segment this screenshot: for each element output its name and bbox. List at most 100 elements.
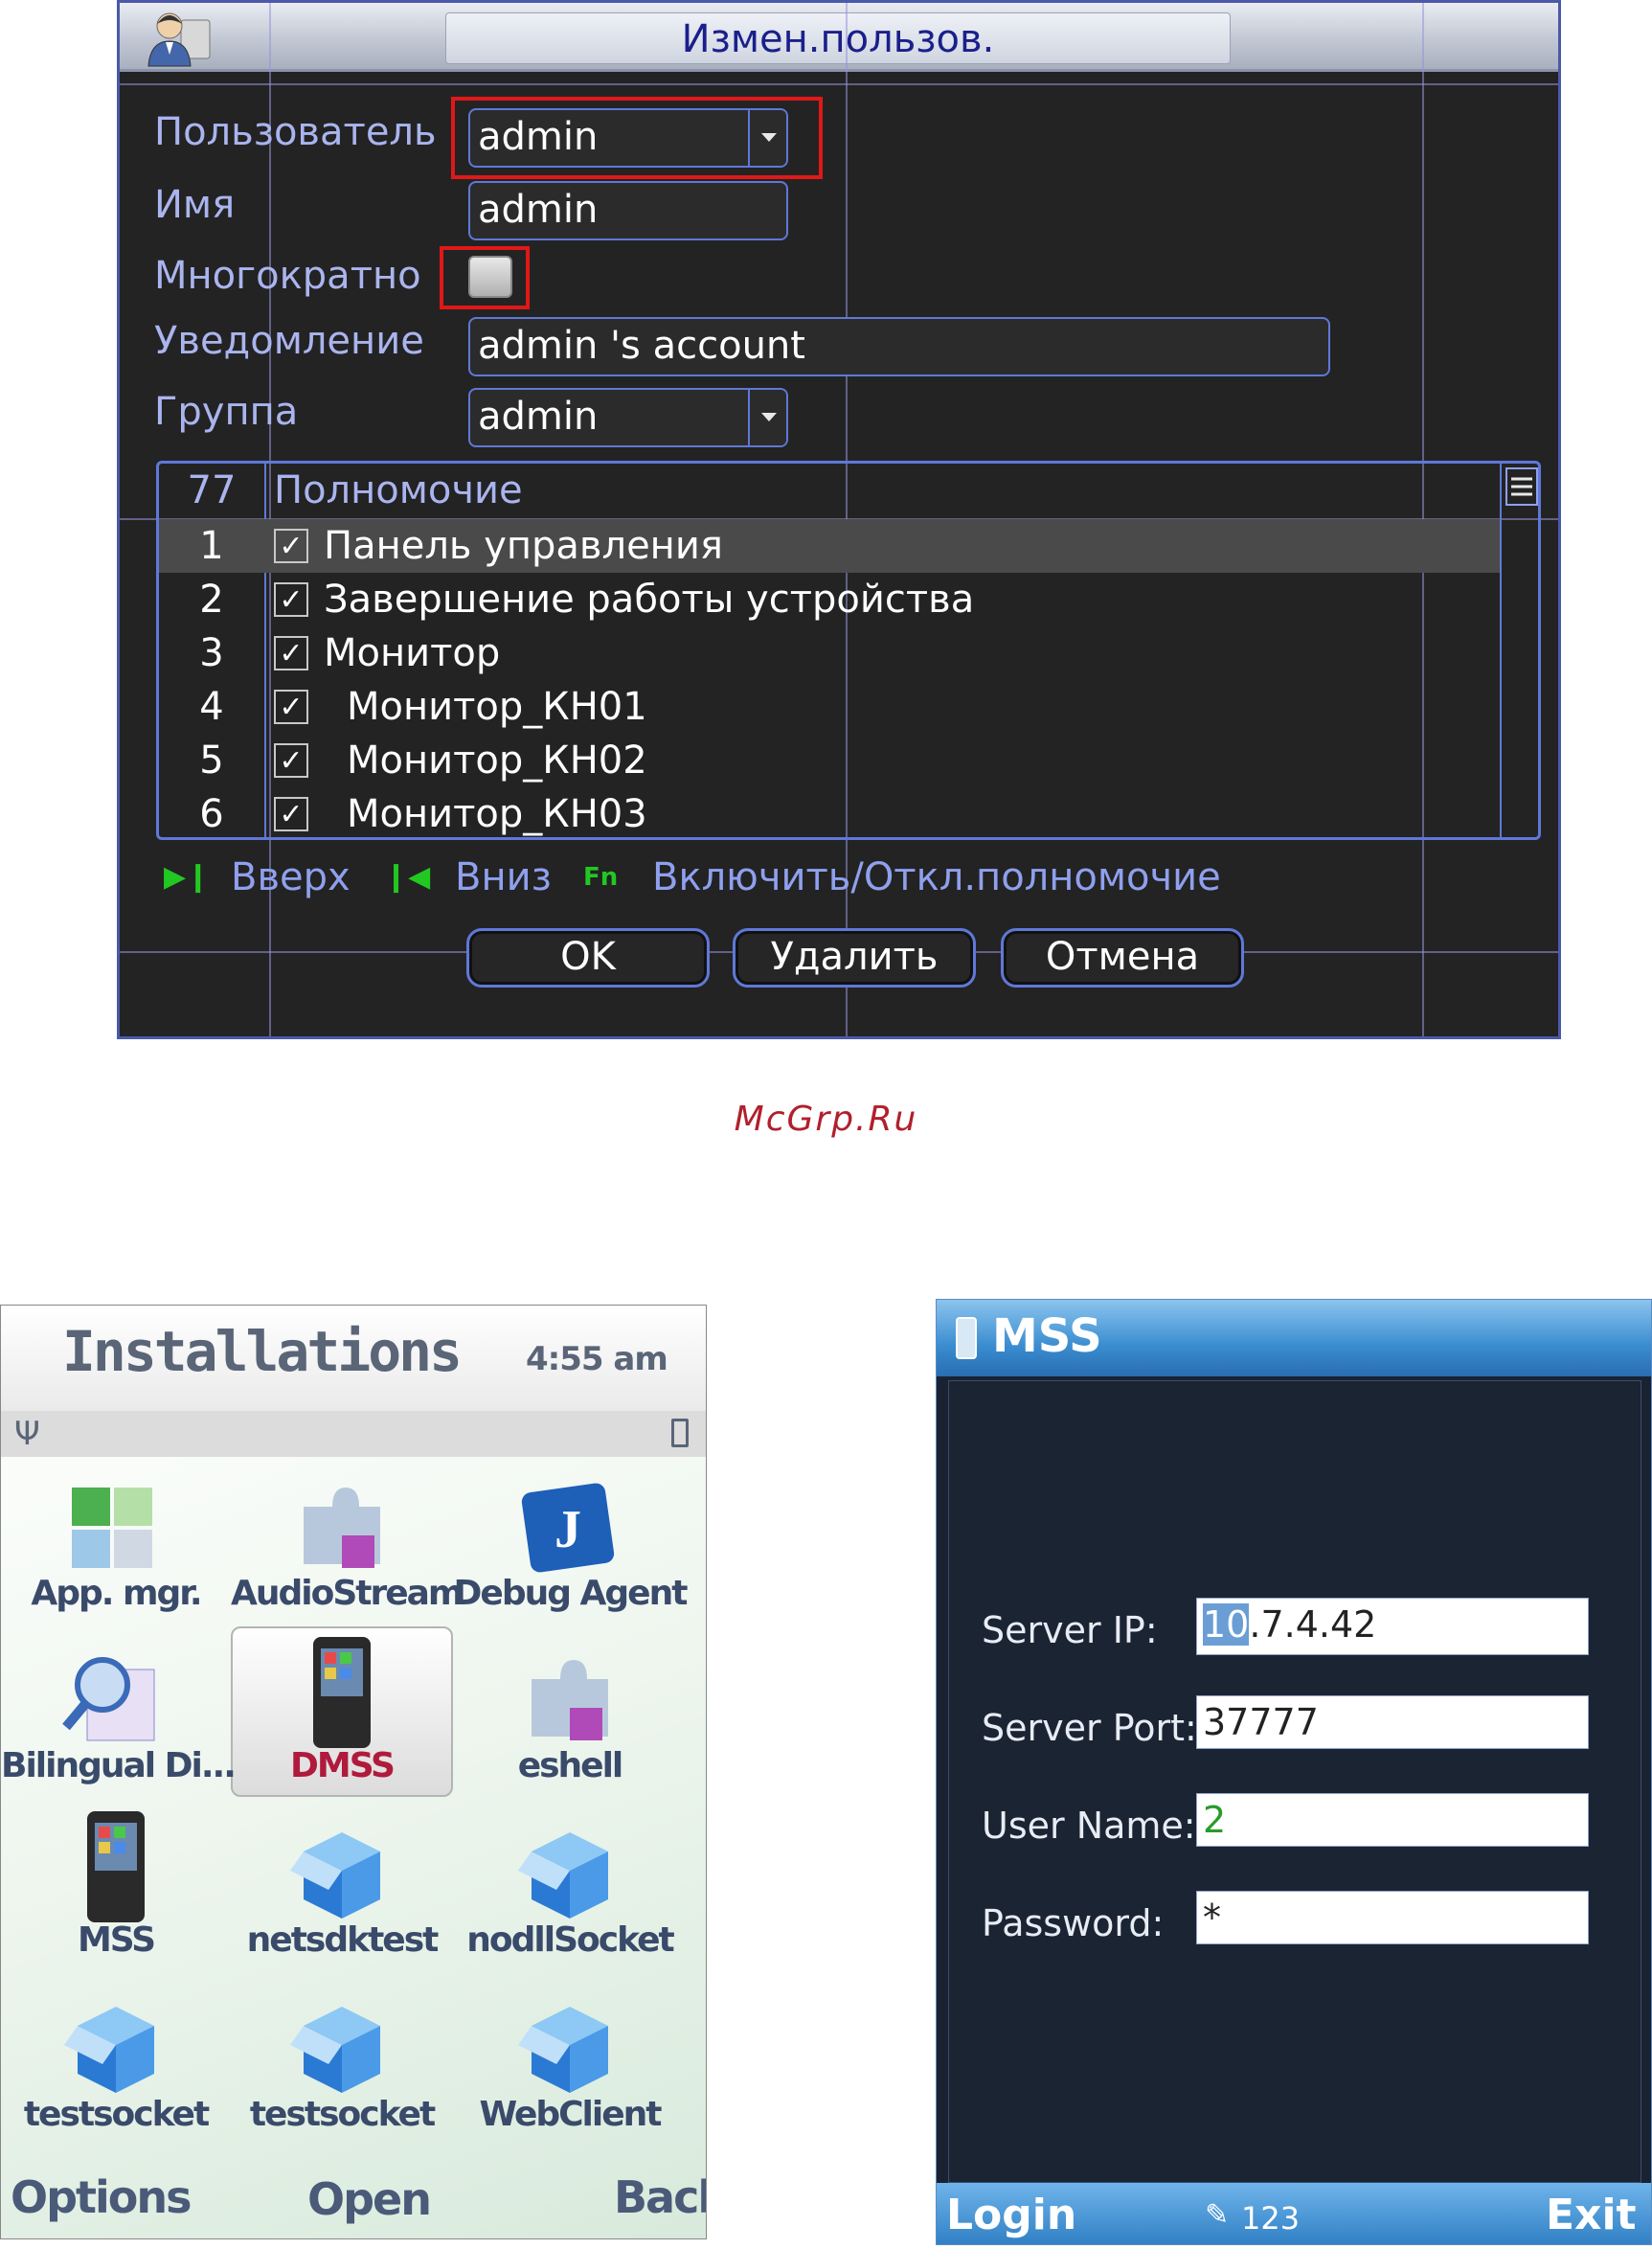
back-softkey[interactable]: Back xyxy=(614,2171,706,2223)
pen-icon: ✎ xyxy=(1205,2198,1230,2232)
app-label: netsdktest xyxy=(246,1920,440,1960)
puzzle-icon xyxy=(284,1468,399,1583)
app-label: Bilingual Di... xyxy=(1,1746,237,1785)
name-label: Имя xyxy=(154,183,236,227)
server-ip-value: .7.4.42 xyxy=(1249,1603,1377,1646)
user-name-field[interactable]: 2 xyxy=(1196,1793,1589,1847)
server-ip-label: Server IP: xyxy=(982,1609,1158,1651)
app-label: MSS xyxy=(77,1920,156,1960)
signal-icon: Ψ xyxy=(14,1415,40,1453)
permission-count: 77 xyxy=(187,468,237,512)
row-checkbox[interactable]: ✓ xyxy=(274,743,308,778)
row-number: 4 xyxy=(199,685,224,729)
hint-up: Вверх xyxy=(231,855,351,899)
screen-title: MSS xyxy=(992,1309,1102,1363)
highlight-box xyxy=(451,97,823,179)
row-label: Панель управления xyxy=(324,524,723,568)
row-number: 3 xyxy=(199,631,224,675)
exit-softkey[interactable]: Exit xyxy=(1546,2191,1637,2239)
scrollbar-track[interactable] xyxy=(1500,464,1502,837)
ok-button[interactable]: OK xyxy=(466,928,710,988)
name-field[interactable]: admin xyxy=(468,181,788,240)
user-label: Пользователь xyxy=(154,110,437,154)
open-softkey[interactable]: Open xyxy=(307,2173,432,2225)
app-label: nodllSocket xyxy=(466,1920,674,1960)
app-label: Debug Agent xyxy=(453,1574,689,1613)
server-ip-selection: 10 xyxy=(1203,1603,1250,1646)
phone-app-icon xyxy=(58,1809,173,1924)
notice-label: Уведомление xyxy=(154,319,424,363)
edit-user-dialog: Измен.пользов. Пользователь admin Имя ad… xyxy=(117,0,1561,1039)
app-label: DMSS xyxy=(290,1746,396,1785)
hint-down: Вниз xyxy=(455,855,552,899)
installations-screen: Installations 4:55 am Ψ App. mgr. AudioS… xyxy=(0,1305,707,2239)
box-icon xyxy=(512,1813,627,1928)
row-checkbox[interactable]: ✓ xyxy=(274,582,308,617)
password-label: Password: xyxy=(982,1902,1165,1944)
password-field[interactable]: * xyxy=(1196,1891,1589,1944)
row-checkbox[interactable]: ✓ xyxy=(274,690,308,724)
cubes-icon xyxy=(58,1468,173,1583)
row-label: Монитор_КН03 xyxy=(347,792,647,836)
app-label: testsocket xyxy=(249,2095,436,2134)
dialog-title: Измен.пользов. xyxy=(445,12,1231,64)
options-softkey[interactable]: Options xyxy=(11,2171,192,2223)
app-label: WebClient xyxy=(479,2095,663,2134)
box-icon xyxy=(512,1988,627,2102)
permission-header[interactable]: Полномочие xyxy=(274,464,523,517)
row-number: 6 xyxy=(199,792,224,836)
row-checkbox[interactable]: ✓ xyxy=(274,797,308,831)
server-ip-field[interactable]: 10.7.4.42 xyxy=(1196,1598,1589,1655)
delete-button[interactable]: Удалить xyxy=(733,928,976,988)
puzzle-icon xyxy=(512,1641,627,1756)
phone-app-icon xyxy=(284,1635,399,1750)
server-port-label: Server Port: xyxy=(982,1707,1197,1749)
group-select-value: admin xyxy=(478,395,599,439)
row-label: Монитор_КН02 xyxy=(347,738,647,783)
group-label: Группа xyxy=(154,390,299,434)
row-number: 2 xyxy=(199,578,224,622)
row-number: 5 xyxy=(199,738,224,783)
mss-login-screen: MSS Server IP: 10.7.4.42 Server Port: 37… xyxy=(936,1299,1652,2245)
user-icon xyxy=(143,7,217,68)
row-checkbox[interactable]: ✓ xyxy=(274,636,308,670)
status-bar xyxy=(1,1411,706,1457)
server-port-field[interactable]: 37777 xyxy=(1196,1695,1589,1749)
grid-line xyxy=(120,83,1558,85)
screen-title: Installations xyxy=(62,1319,463,1384)
battery-icon xyxy=(671,1419,689,1447)
watermark: McGrp.Ru xyxy=(734,1100,918,1139)
cancel-button[interactable]: Отмена xyxy=(1001,928,1244,988)
box-icon xyxy=(284,1988,399,2102)
row-checkbox[interactable]: ✓ xyxy=(274,529,308,563)
hint-toggle-permission: Включить/Откл.полномочие xyxy=(652,855,1221,899)
row-label: Монитор xyxy=(324,631,501,675)
multiple-label: Многократно xyxy=(154,254,421,298)
login-form: Server IP: 10.7.4.42 Server Port: 37777 … xyxy=(948,1380,1641,2183)
box-icon xyxy=(284,1813,399,1928)
svg-text:J: J xyxy=(554,1500,581,1559)
login-softkey[interactable]: Login xyxy=(946,2191,1076,2239)
list-menu-icon[interactable] xyxy=(1505,467,1538,506)
permissions-table: 77 Полномочие 1 ✓ Панель управления 2 ✓ … xyxy=(156,461,1541,840)
app-label: testsocket xyxy=(23,2095,210,2134)
phone-app-icon xyxy=(956,1317,977,1359)
app-label: App. mgr. xyxy=(31,1574,202,1613)
app-label: AudioStream xyxy=(231,1574,464,1613)
row-number: 1 xyxy=(199,524,224,568)
row-label: Завершение работы устройства xyxy=(324,578,975,622)
chevron-down-icon[interactable] xyxy=(748,390,786,445)
app-label: eshell xyxy=(517,1746,624,1785)
input-mode-indicator: 123 xyxy=(1241,2200,1301,2237)
dictionary-icon xyxy=(58,1641,173,1756)
notice-field[interactable]: admin 's account xyxy=(468,317,1330,376)
box-icon xyxy=(58,1988,173,2102)
row-label: Монитор_КН01 xyxy=(347,685,647,729)
page-up-icon: ▶❙ xyxy=(164,860,211,894)
highlight-box xyxy=(440,246,530,309)
clock: 4:55 am xyxy=(526,1340,668,1378)
page-down-icon: ❙◀ xyxy=(384,860,431,894)
user-name-label: User Name: xyxy=(982,1805,1196,1847)
java-icon: J xyxy=(512,1468,627,1583)
group-select[interactable]: admin xyxy=(468,388,788,447)
